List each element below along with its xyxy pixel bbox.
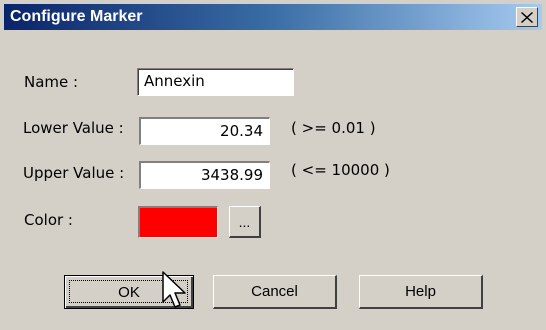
title-bar[interactable]: Configure Marker [4,4,542,30]
mouse-pointer-icon [162,271,186,308]
cancel-button[interactable]: Cancel [213,275,337,309]
name-field[interactable]: Annexin [137,68,294,96]
close-button[interactable] [516,7,538,27]
lower-value-label: Lower Value : [23,119,124,137]
lower-value-field[interactable]: 20.34 [139,117,270,145]
window-title: Configure Marker [10,8,143,25]
configure-marker-dialog: Configure Marker Name : Annexin Lower Va… [0,0,546,330]
name-label: Name : [24,73,79,91]
color-browse-label: ... [238,213,251,230]
help-button-label: Help [405,283,436,300]
lower-value-hint: ( >= 0.01 ) [291,119,376,137]
color-label: Color : [24,211,73,229]
close-icon [521,11,533,23]
upper-value-label: Upper Value : [23,164,125,182]
upper-value-field[interactable]: 3438.99 [139,161,270,189]
color-swatch-fill [140,208,217,237]
color-swatch[interactable] [138,206,218,238]
help-button[interactable]: Help [359,275,483,309]
upper-value-hint: ( <= 10000 ) [291,161,390,179]
cancel-button-label: Cancel [251,283,298,300]
color-browse-button[interactable]: ... [229,206,261,238]
